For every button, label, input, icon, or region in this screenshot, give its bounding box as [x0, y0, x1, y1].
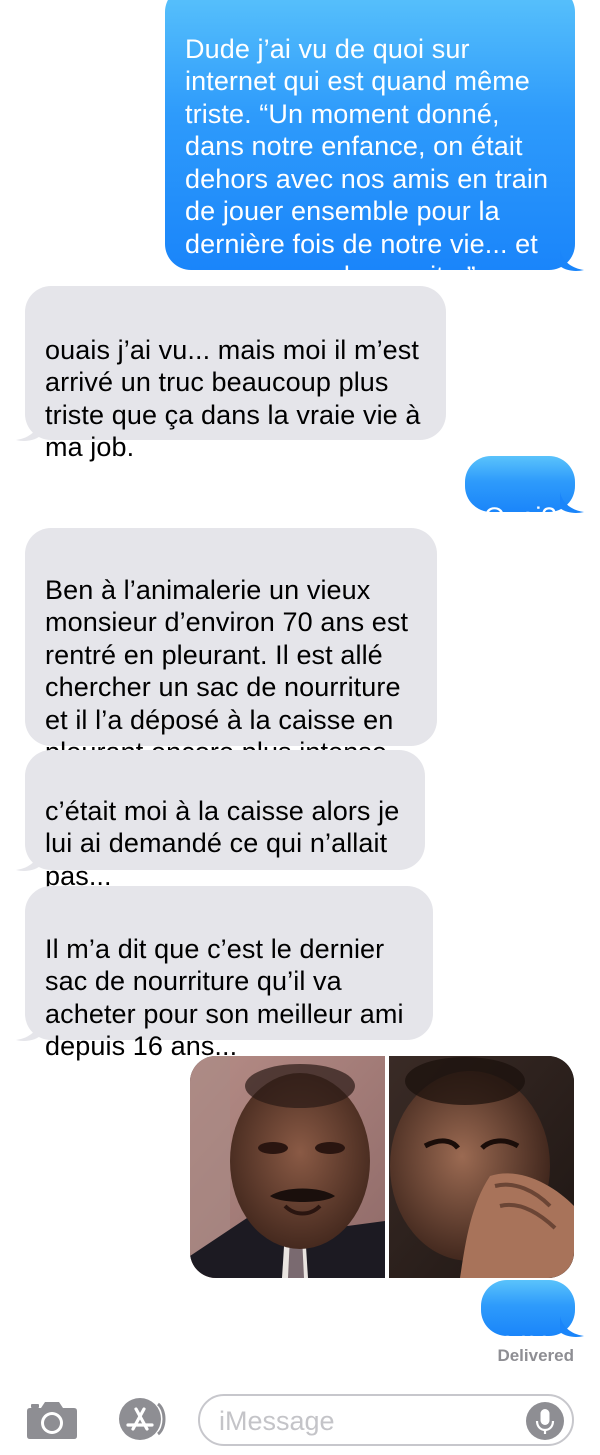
message-text: c’était moi à la caisse alors je lui ai … [45, 795, 400, 891]
bubble-tail [560, 1316, 584, 1337]
message-text: ouais j’ai vu... mais moi il m’est arriv… [45, 334, 421, 463]
conversation: Dude j’ai vu de quoi sur internet qui es… [0, 0, 600, 1380]
message-text: Quoi? [484, 501, 557, 532]
message-text: Il m’a dit que c’est le dernier sac de n… [45, 933, 404, 1062]
image-attachment[interactable] [190, 1056, 574, 1278]
delivery-status: Delivered [497, 1346, 574, 1365]
bubble-tail [16, 1020, 40, 1041]
bubble-tail [560, 250, 584, 271]
camera-icon[interactable] [26, 1398, 78, 1440]
message-bubble-received[interactable]: c’était moi à la caisse alors je lui ai … [25, 750, 425, 891]
message-input[interactable]: iMessage [198, 1394, 574, 1446]
message-bubble-received[interactable]: Il m’a dit que c’est le dernier sac de n… [25, 886, 433, 1061]
message-bubble-received[interactable]: Ben à l’animalerie un vieux monsieur d’e… [25, 528, 437, 767]
app-store-icon[interactable] [114, 1396, 170, 1442]
bubble-tail [16, 850, 40, 871]
bubble-tail [16, 420, 40, 441]
message-text: Ben à l’animalerie un vieux monsieur d’e… [45, 574, 409, 768]
message-bubble-sent[interactable]: Quoi? [465, 456, 575, 532]
message-input-placeholder: iMessage [219, 1406, 335, 1436]
microphone-icon[interactable] [526, 1402, 564, 1440]
input-bar: iMessage [0, 1380, 600, 1455]
bubble-tail [560, 492, 584, 513]
message-bubble-received[interactable]: ouais j’ai vu... mais moi il m’est arriv… [25, 286, 446, 462]
message-bubble-sent[interactable]: Dude j’ai vu de quoi sur internet qui es… [165, 0, 575, 291]
crying-man-meme-photo [190, 1056, 574, 1278]
message-text: Dude j’ai vu de quoi sur internet qui es… [185, 33, 549, 292]
